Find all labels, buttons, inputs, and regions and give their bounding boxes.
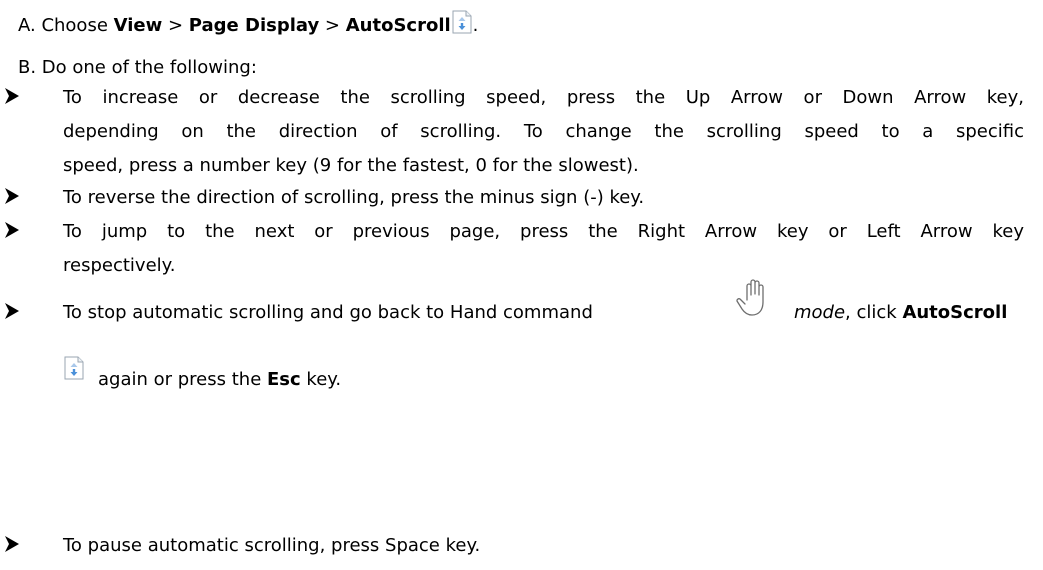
autoscroll-command: AutoScroll: [902, 302, 1008, 323]
menu-separator: >: [319, 15, 346, 36]
arrowhead-bullet-icon: [3, 86, 23, 106]
autoscroll-icon: [451, 10, 473, 34]
bullet-3-line-2: respectively.: [63, 255, 176, 276]
menu-autoscroll: AutoScroll: [345, 15, 451, 36]
arrowhead-bullet-icon: [3, 534, 23, 554]
step-b: B. Do one of the following:: [18, 57, 257, 78]
step-a-prefix: A. Choose: [18, 15, 114, 36]
bullet-4-line-1-end: mode, click AutoScroll: [794, 301, 1007, 325]
bullet-4-line-1: To stop automatic scrolling and go back …: [63, 301, 593, 325]
bullet-1-line-2: depending on the direction of scrolling.…: [63, 121, 1024, 142]
arrowhead-bullet-icon: [3, 301, 23, 321]
esc-key: Esc: [267, 369, 301, 390]
bullet-2-line-1: To reverse the direction of scrolling, p…: [63, 187, 645, 208]
bullet-1-line-1: To increase or decrease the scrolling sp…: [63, 87, 1024, 108]
document-page: A. Choose View > Page Display > AutoScro…: [0, 0, 1043, 570]
step-a: A. Choose View > Page Display > AutoScro…: [18, 10, 478, 38]
menu-separator: >: [162, 15, 189, 36]
bullet-1-line-3: speed, press a number key (9 for the fas…: [63, 155, 639, 176]
menu-view: View: [113, 15, 163, 36]
arrowhead-bullet-icon: [3, 186, 23, 206]
bullet-4-line-2: again or press the Esc key.: [98, 368, 341, 392]
step-a-suffix: .: [472, 15, 479, 36]
bullet-5-line-1: To pause automatic scrolling, press Spac…: [63, 535, 481, 556]
mode-word: mode: [794, 302, 846, 323]
autoscroll-icon: [63, 356, 85, 380]
bullet-4-again-text: again or press the: [98, 369, 267, 390]
hand-icon: [734, 276, 776, 320]
bullet-4-text-start: To stop automatic scrolling and go back …: [63, 302, 593, 323]
menu-page-display: Page Display: [188, 15, 320, 36]
bullet-4-click-text: , click: [845, 302, 903, 323]
bullet-4-key-text: key.: [300, 369, 342, 390]
bullet-3-line-1: To jump to the next or previous page, pr…: [63, 221, 1024, 242]
arrowhead-bullet-icon: [3, 220, 23, 240]
